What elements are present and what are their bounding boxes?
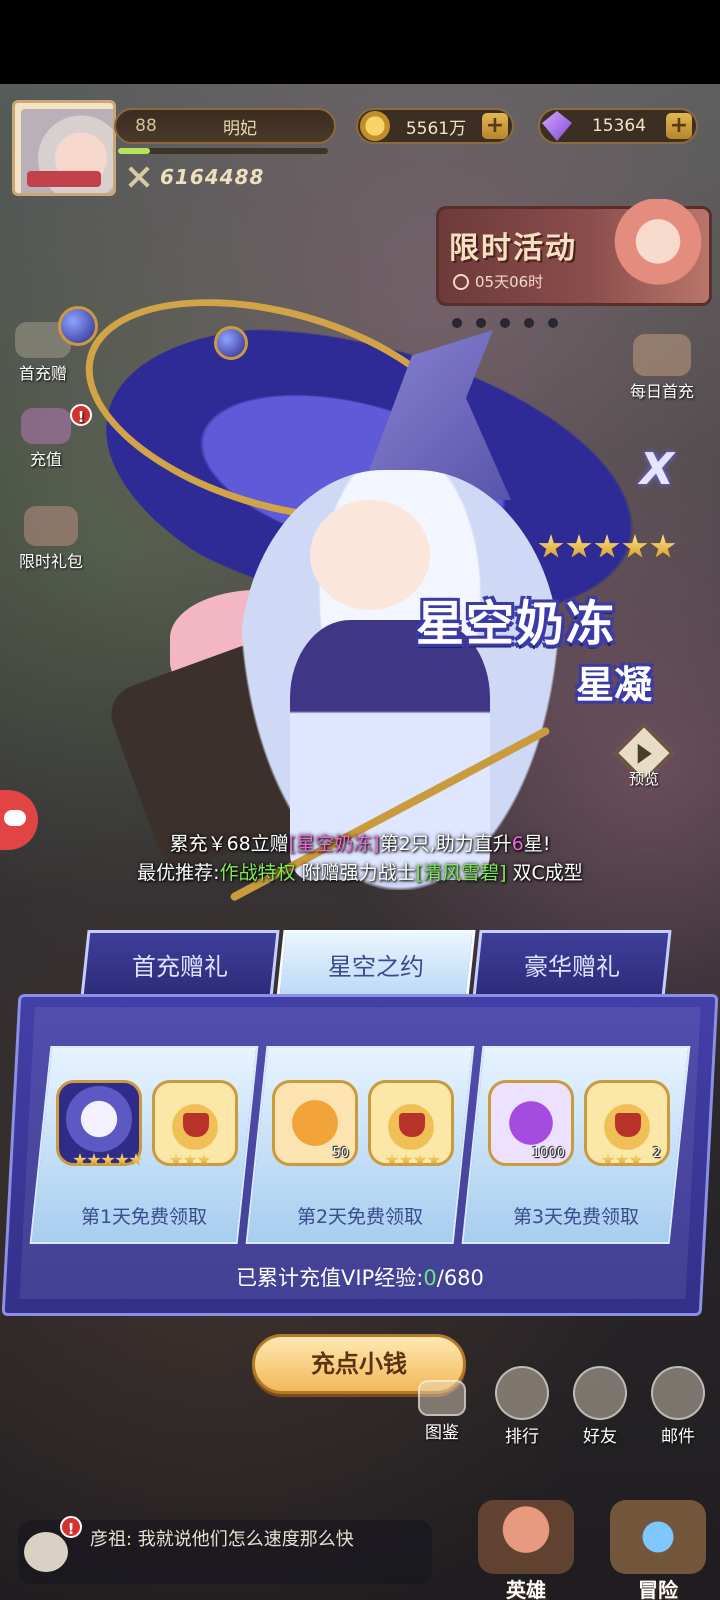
event-timer: 05天06时 xyxy=(453,271,543,292)
promo-text: 双C成型 xyxy=(512,862,583,884)
promo-warrior-name: [清风雪碧] xyxy=(415,862,507,884)
tab-label: 豪华赠礼 xyxy=(524,952,620,981)
crossed-swords-icon xyxy=(124,164,154,190)
star-icon xyxy=(538,534,564,558)
star-icon xyxy=(594,534,620,558)
hero-nav-icon xyxy=(478,1500,574,1574)
day-3-reward-card[interactable]: 1000 2 第3天免费领取 xyxy=(461,1046,691,1244)
star-icon xyxy=(650,534,676,558)
mail-icon xyxy=(651,1366,705,1420)
gem-value: 15364 xyxy=(591,116,647,136)
add-gems-button[interactable]: + xyxy=(666,113,692,139)
combat-power: 6164488 xyxy=(124,164,264,190)
item-quantity: 2 xyxy=(652,1146,661,1161)
book-icon xyxy=(418,1380,466,1416)
chat-message: 彦祖: 我就说他们怎么速度那么快 xyxy=(90,1529,354,1550)
star-icon xyxy=(622,534,648,558)
promo-text: 累充￥68立赠 xyxy=(169,833,289,855)
handbook-button[interactable]: 图鉴 xyxy=(412,1380,472,1443)
vip-target: /680 xyxy=(436,1266,484,1290)
player-level: 88 xyxy=(135,116,157,136)
add-gold-button[interactable]: + xyxy=(482,113,508,139)
handbook-label: 图鉴 xyxy=(425,1423,459,1443)
purple-crystal-icon[interactable]: 1000 xyxy=(488,1080,574,1166)
promo-text: 星! xyxy=(523,833,551,855)
diamond-icon xyxy=(542,111,572,141)
hero-preview-button[interactable]: 预览 xyxy=(612,723,676,788)
item-quantity: 1000 xyxy=(531,1146,565,1161)
promo-text: 附赠强力战士 xyxy=(301,862,416,884)
day-1-label: 第1天免费领取 xyxy=(80,1206,208,1228)
hero-star-rating xyxy=(538,534,676,560)
tab-label: 星空之约 xyxy=(328,952,424,981)
player-name: 明妃 xyxy=(223,118,257,139)
mail-button[interactable]: 邮件 xyxy=(646,1366,710,1447)
star-icon xyxy=(566,534,592,558)
treasure-chest-icon[interactable] xyxy=(152,1080,238,1166)
gold-value: 5561万 xyxy=(405,118,467,139)
item-stars xyxy=(601,1153,643,1167)
adventure-nav-button[interactable]: 冒险 xyxy=(606,1500,710,1600)
vip-label: 已累计充值VIP经验: xyxy=(236,1266,424,1290)
item-stars xyxy=(169,1153,211,1167)
gold-counter: 5561万 + xyxy=(356,108,514,144)
treasure-chest-icon[interactable] xyxy=(368,1080,454,1166)
hero-title: 星凝 xyxy=(576,663,653,707)
hero-name: 星空奶冻 xyxy=(416,596,617,652)
player-avatar[interactable] xyxy=(12,100,116,196)
preview-label: 预览 xyxy=(628,770,659,788)
hero-portrait-icon[interactable] xyxy=(56,1080,143,1167)
heroes-label: 英雄 xyxy=(506,1578,546,1600)
chat-notification-badge: ! xyxy=(60,1516,82,1538)
status-bar xyxy=(0,0,720,84)
treasure-chest-icon[interactable]: 2 xyxy=(584,1080,670,1166)
day-1-reward-card[interactable]: 第1天免费领取 xyxy=(29,1046,259,1244)
item-quantity: 50 xyxy=(332,1146,349,1161)
heroes-nav-button[interactable]: 英雄 xyxy=(474,1500,578,1600)
portal-icon xyxy=(610,1500,706,1574)
gold-medal-icon[interactable]: 50 xyxy=(272,1080,358,1166)
tab-first-charge-gift[interactable]: 首充赠礼 xyxy=(80,930,280,998)
clock-icon xyxy=(453,273,469,290)
event-title: 限时活动 xyxy=(449,231,577,266)
vip-progress-text: 已累计充值VIP经验:0/680 xyxy=(0,1262,720,1292)
vip-current: 0 xyxy=(423,1266,437,1290)
gift-tabs: 首充赠礼 星空之约 豪华赠礼 xyxy=(80,930,684,998)
tab-starry-promise[interactable]: 星空之约 xyxy=(276,930,476,998)
promo-line-1: 累充￥68立赠[星空奶冻]第2只,助力直升6星! xyxy=(0,829,720,856)
item-stars xyxy=(73,1153,143,1167)
promo-privilege-link: 作战特权 xyxy=(219,862,296,884)
adventure-label: 冒险 xyxy=(638,1578,678,1600)
day-2-reward-card[interactable]: 50 第2天免费领取 xyxy=(245,1046,475,1244)
player-exp-bar xyxy=(118,148,328,154)
promo-hero-name: [星空奶冻] xyxy=(288,833,380,855)
ranking-label: 排行 xyxy=(505,1427,539,1447)
ranking-button[interactable]: 排行 xyxy=(490,1366,554,1447)
friends-button[interactable]: 好友 xyxy=(568,1366,632,1447)
promo-star-count: 6 xyxy=(511,833,524,855)
hero-class-mark: X xyxy=(640,444,674,495)
chat-preview[interactable]: ! 彦祖: 我就说他们怎么速度那么快 xyxy=(18,1516,432,1584)
day-3-label: 第3天免费领取 xyxy=(512,1206,640,1228)
medal-icon xyxy=(495,1366,549,1420)
event-timer-text: 05天06时 xyxy=(475,273,544,291)
gem-counter: 15364 + xyxy=(538,108,698,144)
tab-label: 首充赠礼 xyxy=(132,952,228,981)
promo-text: 第2只,助力直升 xyxy=(379,833,512,855)
mail-label: 邮件 xyxy=(661,1427,695,1447)
promo-line-2: 最优推荐:作战特权 附赠强力战士[清风雪碧] 双C成型 xyxy=(0,858,720,885)
promo-text: 最优推荐: xyxy=(137,862,220,884)
gold-coin-icon xyxy=(360,111,390,141)
day-2-label: 第2天免费领取 xyxy=(296,1206,424,1228)
friends-label: 好友 xyxy=(583,1427,617,1447)
combat-power-value: 6164488 xyxy=(160,165,265,189)
chat-bubble-icon xyxy=(24,1532,68,1572)
item-stars xyxy=(385,1153,441,1167)
friends-icon xyxy=(573,1366,627,1420)
player-name-plate[interactable]: 88 明妃 xyxy=(114,108,336,144)
tab-luxury-gift[interactable]: 豪华赠礼 xyxy=(472,930,672,998)
